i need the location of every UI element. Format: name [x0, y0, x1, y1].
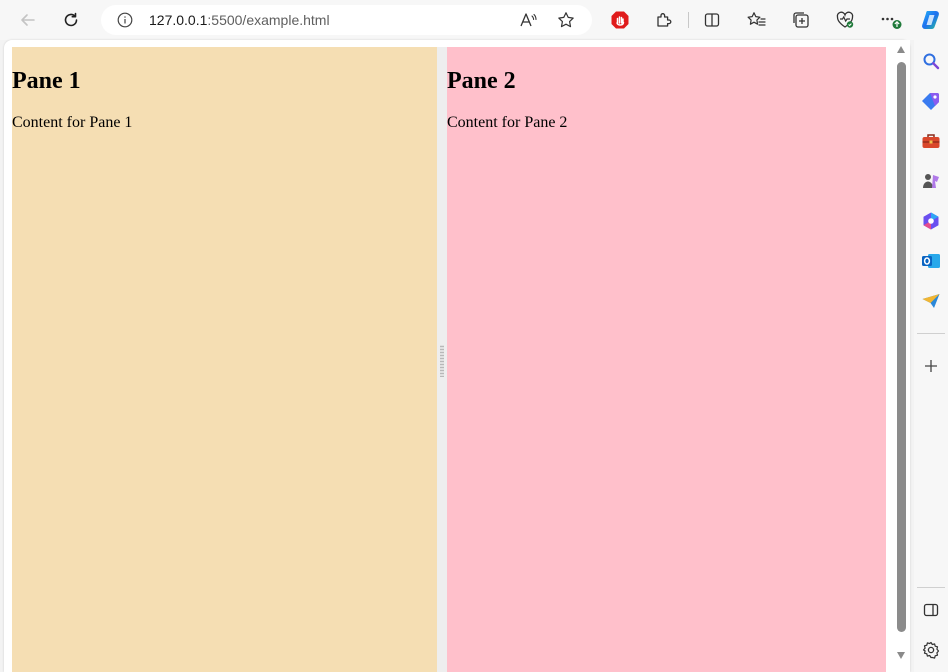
scroll-down-arrow-icon[interactable]	[897, 652, 905, 659]
drop-icon[interactable]	[921, 291, 941, 311]
hide-sidebar-icon[interactable]	[921, 600, 941, 620]
scroll-up-arrow-icon[interactable]	[897, 46, 905, 53]
more-menu-icon[interactable]	[877, 7, 903, 33]
pane-1: Pane 1 Content for Pane 1	[12, 47, 437, 672]
refresh-icon[interactable]	[58, 7, 84, 33]
favorite-star-icon[interactable]	[557, 11, 575, 34]
sidebar-divider-bottom	[917, 587, 945, 588]
gutter-grip-icon	[440, 345, 444, 377]
toolbar-divider	[688, 12, 689, 28]
page-scrollbar[interactable]	[893, 40, 910, 672]
favorites-icon[interactable]	[744, 7, 770, 33]
sidebar-divider	[917, 333, 945, 334]
split-pane-container: Pane 1 Content for Pane 1 Pane 2 Content…	[12, 47, 886, 672]
tools-icon[interactable]	[921, 131, 941, 151]
url-path: :5500/example.html	[207, 12, 330, 28]
browser-essentials-icon[interactable]	[832, 7, 858, 33]
collections-icon[interactable]	[788, 7, 814, 33]
shopping-icon[interactable]	[921, 91, 941, 111]
back-icon[interactable]	[15, 7, 41, 33]
pane-2: Pane 2 Content for Pane 2	[447, 47, 886, 672]
extensions-icon[interactable]	[651, 7, 677, 33]
url-text[interactable]: 127.0.0.1:5500/example.html	[149, 12, 330, 28]
adblock-icon[interactable]	[607, 7, 633, 33]
microsoft365-icon[interactable]	[921, 211, 941, 231]
split-screen-icon[interactable]	[699, 7, 725, 33]
copilot-icon[interactable]	[918, 7, 944, 33]
settings-icon[interactable]	[921, 640, 941, 660]
read-aloud-icon[interactable]	[519, 11, 537, 34]
pane-1-content: Content for Pane 1	[12, 114, 133, 131]
outlook-icon[interactable]	[921, 251, 941, 271]
pane-2-content: Content for Pane 2	[447, 114, 568, 131]
games-icon[interactable]	[921, 171, 941, 191]
url-host: 127.0.0.1	[149, 12, 208, 28]
split-gutter-handle[interactable]	[437, 47, 447, 672]
page-viewport: Pane 1 Content for Pane 1 Pane 2 Content…	[4, 40, 910, 672]
browser-sidebar	[914, 40, 948, 672]
pane-1-heading: Pane 1	[12, 68, 81, 94]
site-info-icon[interactable]	[117, 12, 133, 33]
add-icon[interactable]	[921, 356, 941, 376]
browser-window: 127.0.0.1:5500/example.html Pane 1 Conte…	[0, 0, 948, 672]
pane-2-heading: Pane 2	[447, 68, 516, 94]
search-icon[interactable]	[921, 51, 941, 71]
scrollbar-thumb[interactable]	[897, 62, 906, 632]
browser-toolbar: 127.0.0.1:5500/example.html	[0, 0, 948, 40]
address-bar[interactable]: 127.0.0.1:5500/example.html	[101, 5, 592, 35]
